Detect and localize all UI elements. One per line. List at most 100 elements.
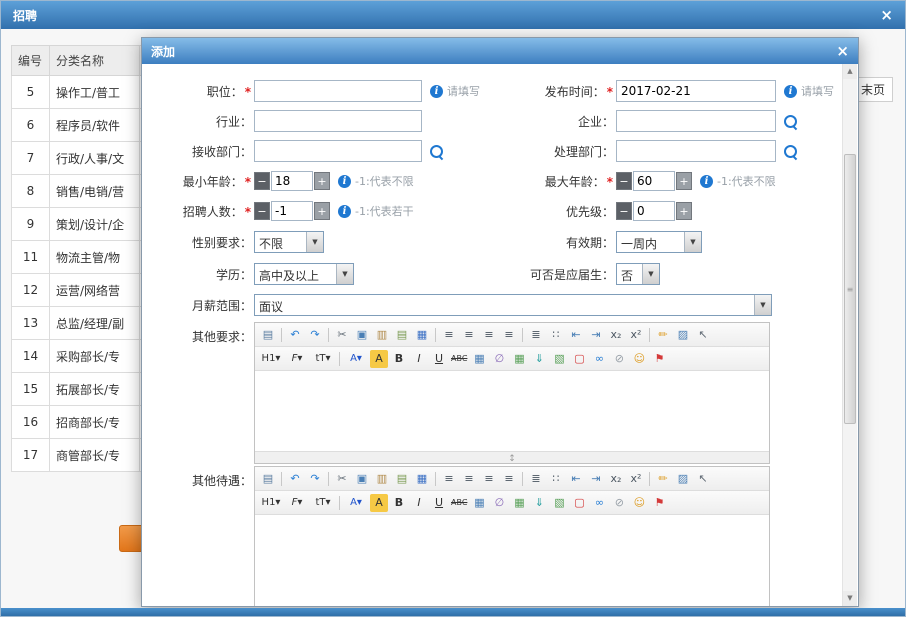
unordered-list-icon[interactable]: ∷ [547,470,565,488]
align-left-icon[interactable]: ≡ [440,470,458,488]
table-grid-icon[interactable]: ▦ [470,350,488,368]
map-flag-icon[interactable]: ⚑ [650,350,668,368]
undo-icon[interactable]: ↶ [286,470,304,488]
education-select[interactable]: 高中及以上 ▼ [254,263,354,285]
paste-icon[interactable]: ▥ [373,326,391,344]
insert-download-icon[interactable]: ⇓ [530,494,548,512]
dialog-close-icon[interactable]: × [836,44,849,59]
source-code-icon[interactable]: ▤ [259,326,277,344]
indent-icon[interactable]: ⇥ [587,470,605,488]
window-close-icon[interactable]: × [880,8,893,23]
receive-dept-input[interactable] [254,140,422,162]
underline-icon[interactable]: U [430,494,448,512]
increment-button[interactable]: + [676,202,692,220]
paste-text-icon[interactable]: ▤ [393,470,411,488]
italic-icon[interactable]: I [410,494,428,512]
strikethrough-icon[interactable]: ABC [450,494,468,512]
font-size-icon[interactable]: tT▾ [311,350,335,368]
format-brush-icon[interactable]: ✏ [654,470,672,488]
align-center-icon[interactable]: ≡ [460,470,478,488]
decrement-button[interactable]: − [254,172,270,190]
text-color-icon[interactable]: A▾ [344,350,368,368]
undo-icon[interactable]: ↶ [286,326,304,344]
paste-word-icon[interactable]: ▦ [413,470,431,488]
dropdown-arrow-icon[interactable]: ▼ [306,232,323,252]
font-size-icon[interactable]: tT▾ [311,494,335,512]
cut-icon[interactable]: ✂ [333,326,351,344]
min-age-input[interactable] [271,171,313,191]
dialog-scrollbar[interactable]: ▲ ≡ ▼ [842,64,857,606]
outdent-icon[interactable]: ⇤ [567,470,585,488]
scroll-down-icon[interactable]: ▼ [843,591,857,606]
align-center-icon[interactable]: ≡ [460,326,478,344]
fresh-graduate-select[interactable]: 否 ▼ [616,263,660,285]
paste-word-icon[interactable]: ▦ [413,326,431,344]
cut-icon[interactable]: ✂ [333,470,351,488]
unlink-icon[interactable]: ⊘ [610,494,628,512]
resize-handle[interactable]: ↕ [508,454,516,464]
search-icon[interactable] [783,114,798,129]
ordered-list-icon[interactable]: ≣ [527,326,545,344]
text-color-icon[interactable]: A▾ [344,494,368,512]
bold-icon[interactable]: B [390,494,408,512]
paragraph-format-icon[interactable]: H1▾ [259,494,283,512]
emoticon-icon[interactable]: ☺ [630,350,648,368]
decrement-button[interactable]: − [616,202,632,220]
subscript-icon[interactable]: x₂ [607,326,625,344]
strikethrough-icon[interactable]: ABC [450,350,468,368]
align-justify-icon[interactable]: ≡ [500,326,518,344]
eraser-icon[interactable]: ∅ [490,350,508,368]
unordered-list-icon[interactable]: ∷ [547,326,565,344]
eraser-icon[interactable]: ∅ [490,494,508,512]
dropdown-arrow-icon[interactable]: ▼ [336,264,353,284]
align-justify-icon[interactable]: ≡ [500,470,518,488]
copy-icon[interactable]: ▣ [353,326,371,344]
highlight-color-icon[interactable]: A [370,350,388,368]
enterprise-input[interactable] [616,110,776,132]
underline-icon[interactable]: U [430,350,448,368]
industry-input[interactable] [254,110,422,132]
dropdown-arrow-icon[interactable]: ▼ [754,295,771,315]
align-right-icon[interactable]: ≡ [480,470,498,488]
emoticon-icon[interactable]: ☺ [630,494,648,512]
search-icon[interactable] [429,144,444,159]
search-icon[interactable] [783,144,798,159]
scrollbar-thumb[interactable]: ≡ [844,154,856,424]
increment-button[interactable]: + [314,202,330,220]
copy-icon[interactable]: ▣ [353,470,371,488]
link-icon[interactable]: ∞ [590,494,608,512]
decrement-button[interactable]: − [254,202,270,220]
quick-format-icon[interactable]: ▨ [674,326,692,344]
font-family-icon[interactable]: F▾ [285,350,309,368]
redo-icon[interactable]: ↷ [306,470,324,488]
insert-image-icon[interactable]: ▧ [550,494,568,512]
ordered-list-icon[interactable]: ≣ [527,470,545,488]
align-left-icon[interactable]: ≡ [440,326,458,344]
paste-text-icon[interactable]: ▤ [393,326,411,344]
select-all-icon[interactable]: ↖ [694,326,712,344]
position-input[interactable] [254,80,422,102]
superscript-icon[interactable]: x² [627,470,645,488]
quick-format-icon[interactable]: ▨ [674,470,692,488]
insert-media-icon[interactable]: ▢ [570,494,588,512]
paste-icon[interactable]: ▥ [373,470,391,488]
superscript-icon[interactable]: x² [627,326,645,344]
recruit-count-input[interactable] [271,201,313,221]
max-age-input[interactable] [633,171,675,191]
link-icon[interactable]: ∞ [590,350,608,368]
italic-icon[interactable]: I [410,350,428,368]
salary-range-select[interactable]: 面议 ▼ [254,294,772,316]
redo-icon[interactable]: ↷ [306,326,324,344]
source-code-icon[interactable]: ▤ [259,470,277,488]
publish-time-input[interactable] [616,80,776,102]
increment-button[interactable]: + [676,172,692,190]
other-requirements-content[interactable] [255,371,769,451]
handle-dept-input[interactable] [616,140,776,162]
other-benefits-content[interactable] [255,515,769,606]
insert-table-icon[interactable]: ▦ [510,350,528,368]
format-brush-icon[interactable]: ✏ [654,326,672,344]
highlight-color-icon[interactable]: A [370,494,388,512]
dropdown-arrow-icon[interactable]: ▼ [642,264,659,284]
priority-input[interactable] [633,201,675,221]
table-grid-icon[interactable]: ▦ [470,494,488,512]
